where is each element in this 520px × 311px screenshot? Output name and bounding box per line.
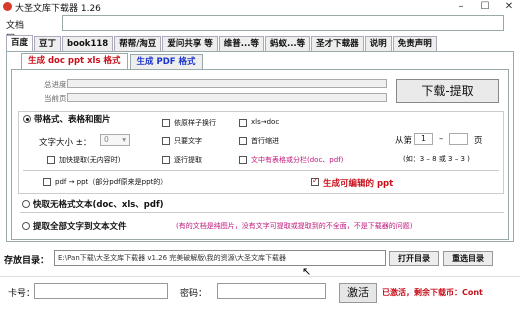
save-dir-label: 存放目录： [4,256,50,266]
url-input[interactable] [62,15,504,31]
window-title: 大圣文库下载器 1.26 [15,4,101,14]
tab-book118[interactable]: book118 [62,36,114,51]
chevron-down-icon: ▾ [122,135,126,144]
current-progress-bar [67,93,387,102]
mode-images-radio[interactable] [23,115,31,123]
card-number-input[interactable] [34,283,168,299]
tab-doc-format[interactable]: 生成 doc ppt xls 格式 [21,53,128,69]
add-speed-label: 加快提取(无内容时) [59,156,121,164]
download-extract-button[interactable]: 下载-提取 [396,79,499,103]
password-input[interactable] [217,283,326,299]
total-progress-bar [67,79,387,88]
font-size-value: 0 [104,135,109,144]
line-by-line-label: 逐行提取 [174,156,202,164]
page-from-input[interactable]: 1 [414,133,433,145]
table-split-checkbox[interactable] [239,156,247,164]
close-icon[interactable]: ✕ [502,0,516,14]
retain-line-break-checkbox[interactable] [162,119,170,127]
editable-ppt-checkbox[interactable] [311,176,319,186]
card-number-label: 卡号： [8,289,36,299]
page-range-hint: (如：3 – 8 或 3 – 3 ) [403,155,470,163]
mode-images-label: 带格式、表格和图片 [34,115,111,125]
pdf-to-ppt-label: pdf → ppt（部分pdf原来是ppt的） [55,178,168,186]
baidu-panel: 生成 doc ppt xls 格式 生成 PDF 格式 总进度： 当前页： 下载… [6,51,514,242]
first-indent-checkbox[interactable] [239,137,247,145]
first-indent-label: 首行缩进 [251,137,279,145]
all-text-note: (有的文档是纯图片，没有文字可提取或提取到的不全面，不是下载器的问题) [176,222,413,230]
line-by-line-checkbox[interactable] [162,156,170,164]
open-dir-button[interactable]: 打开目录 [389,251,439,266]
format-tabs: 生成 doc ppt xls 格式 生成 PDF 格式 [21,53,205,69]
title-bar: 大圣文库下载器 1.26 – ☐ ✕ [0,0,520,14]
font-size-select[interactable]: 0 ▾ [100,134,130,146]
tab-iask[interactable]: 爱问共享 等 [162,36,218,51]
tab-mayi[interactable]: 蚂蚁...等 [264,36,311,51]
page-dash: – [439,134,444,144]
window-controls: – ☐ ✕ [454,0,516,14]
activation-status: 已激活，剩余下载币：Cont [382,288,483,297]
tab-help[interactable]: 说明 [364,36,392,51]
options-divider [23,170,499,171]
section-divider [0,276,520,277]
editable-ppt-label: 生成可编辑的 ppt [323,179,394,189]
xls-to-doc-checkbox[interactable] [239,119,247,127]
reselect-dir-button[interactable]: 重选目录 [443,251,493,266]
tab-bangbang[interactable]: 帮帮/淘豆 [114,36,162,51]
tab-disclaimer[interactable]: 免责声明 [392,36,437,51]
activate-button[interactable]: 激活 [339,283,377,303]
table-split-label: 文中有表格或分栏(doc、pdf) [251,156,344,164]
add-speed-checkbox[interactable] [47,156,55,164]
password-label: 密码： [180,289,208,299]
mode-all-text-radio[interactable] [22,222,30,230]
font-size-label: 文字大小 ±： [39,138,92,148]
mode-all-text-label: 提取全部文字到文本文件 [33,222,127,232]
tab-pdf-format[interactable]: 生成 PDF 格式 [129,54,203,69]
mode-no-format-radio[interactable] [22,200,30,208]
format-options-group: 带格式、表格和图片 文字大小 ±： 0 ▾ 依原样子换行 xls→doc 只要文… [18,111,504,194]
site-tabs: 百度 豆丁 book118 帮帮/淘豆 爱问共享 等 维普...等 蚂蚁...等… [6,35,438,51]
pdf-to-ppt-checkbox[interactable] [43,178,51,186]
save-dir-input[interactable]: E:\Pan下载\大圣文库下载器 v1.26 完美破解版\我的资源\大圣文库下载… [54,250,386,266]
tab-baidu[interactable]: 百度 [6,35,34,51]
xls-to-doc-label: xls→doc [251,118,280,126]
tab-shengcai[interactable]: 圣才下载器 [311,36,364,51]
tab-weipu[interactable]: 维普...等 [218,36,264,51]
page-to-input[interactable] [449,133,468,145]
mode-divider [20,212,504,213]
minimize-icon[interactable]: – [454,0,468,14]
mode-no-format-label: 快取无格式文本(doc、xls、pdf) [33,200,164,210]
only-text-label: 只要文字 [174,137,202,145]
retain-line-break-label: 依原样子换行 [174,119,216,127]
page-unit-label: 页 [474,136,483,146]
tab-docin[interactable]: 豆丁 [34,36,62,51]
doc-format-panel: 总进度： 当前页： 下载-提取 带格式、表格和图片 文字大小 ±： 0 ▾ 依原… [11,69,509,240]
page-from-label: 从第 [395,136,413,146]
maximize-icon[interactable]: ☐ [478,0,492,14]
app-icon [3,2,12,11]
only-text-checkbox[interactable] [162,137,170,145]
